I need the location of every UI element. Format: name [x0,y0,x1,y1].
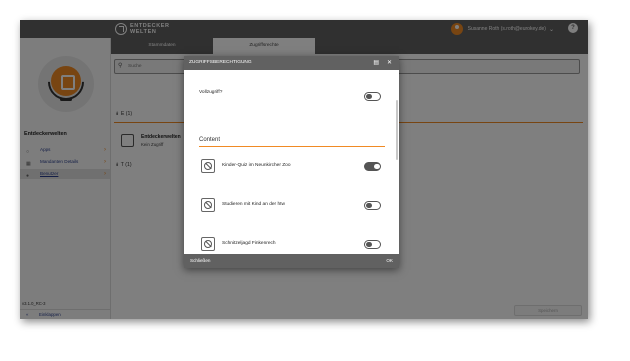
content-item-label: Studieren mit Kind an der htw [222,202,285,207]
content-item-toggle[interactable] [364,162,381,171]
dialog-header: ZUGRIFFSBERECHTIGUNG ▤ ✕ [184,56,399,70]
content-item-label: Kinder-Quiz im Neunkircher Zoo [222,163,291,168]
access-dialog: ZUGRIFFSBERECHTIGUNG ▤ ✕ Vollzugriff? Co… [184,56,399,268]
no-access-icon [201,159,215,173]
content-item-toggle[interactable] [364,240,381,249]
section-title: Content [199,137,221,143]
close-button[interactable]: Schließen [190,254,210,268]
dialog-title: ZUGRIFFSBERECHTIGUNG [189,60,252,65]
maximize-icon[interactable]: ▤ [373,56,379,70]
app-window: ENTDECKER WELTEN Susanne Roth (s.roth@eu… [20,20,588,319]
section-divider [199,146,385,147]
no-access-icon [201,198,215,212]
content-item-toggle[interactable] [364,201,381,210]
dialog-footer: Schließen OK [184,254,399,268]
content-item-label: Schnitzeljagd Finkenrech [222,241,276,246]
full-access-label: Vollzugriff? [199,90,223,95]
dialog-body: Vollzugriff? Content Kinder-Quiz im Neun… [184,70,399,254]
full-access-toggle[interactable] [364,92,381,101]
ok-button[interactable]: OK [386,254,393,268]
dialog-scrollbar[interactable] [396,100,398,160]
no-access-icon [201,237,215,251]
close-icon[interactable]: ✕ [387,56,392,70]
